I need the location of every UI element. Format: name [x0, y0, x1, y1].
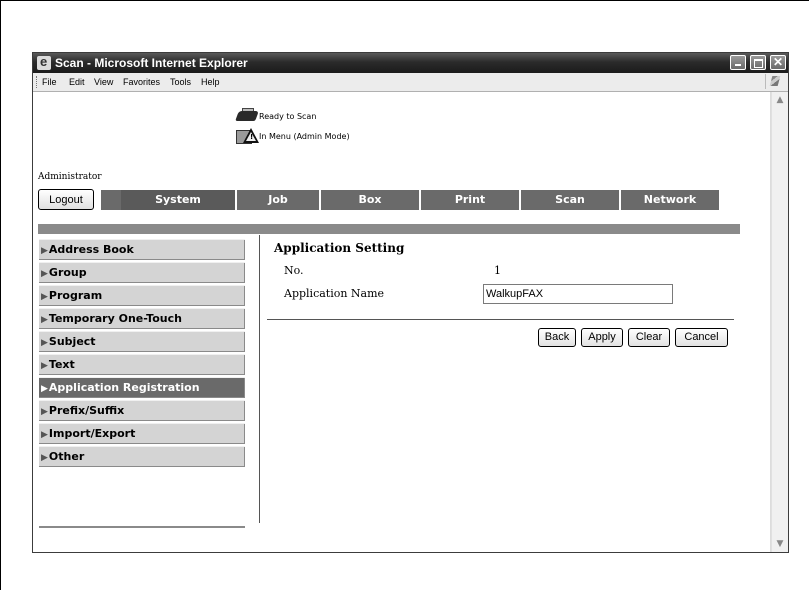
sidebar-item-label: Text [48, 358, 75, 371]
sidebar-item-prefix-suffix[interactable]: ▶Prefix/Suffix [39, 400, 245, 422]
title-bar: Scan - Microsoft Internet Explorer ✕ [33, 53, 788, 73]
arrow-right-icon: ▶ [41, 269, 48, 279]
clear-button[interactable]: Clear [628, 328, 670, 347]
user-label: Administrator [38, 172, 102, 182]
menu-help[interactable]: Help [201, 77, 220, 87]
application-name-label: Application Name [284, 287, 385, 300]
arrow-right-icon: ▶ [41, 292, 48, 302]
logout-button[interactable]: Logout [38, 189, 94, 210]
page-border-top [0, 0, 809, 1]
sidebar-item-label: Temporary One-Touch [48, 312, 182, 325]
sidebar-item-label: Program [48, 289, 103, 302]
sidebar-item-label: Application Registration [48, 381, 200, 394]
tab-job[interactable]: Job [237, 190, 321, 210]
menu-bar: File Edit View Favorites Tools Help [33, 73, 788, 92]
window-title: Scan - Microsoft Internet Explorer [55, 56, 248, 70]
status-ready: Ready to Scan [259, 112, 317, 121]
cancel-button[interactable]: Cancel [675, 328, 728, 347]
toolbar-grip [36, 76, 39, 88]
sidebar-item-subject[interactable]: ▶Subject [39, 331, 245, 353]
sidebar-item-group[interactable]: ▶Group [39, 262, 245, 284]
sidebar-item-other[interactable]: ▶Other [39, 446, 245, 468]
sidebar-item-temporary-one-touch[interactable]: ▶Temporary One-Touch [39, 308, 245, 330]
menu-view[interactable]: View [94, 77, 113, 87]
sidebar-item-text[interactable]: ▶Text [39, 354, 245, 376]
arrow-right-icon: ▶ [41, 430, 48, 440]
menu-file[interactable]: File [42, 77, 57, 87]
no-value: 1 [494, 264, 501, 277]
menu-edit[interactable]: Edit [69, 77, 85, 87]
scroll-up-icon[interactable]: ▲ [772, 92, 788, 108]
apply-button[interactable]: Apply [581, 328, 623, 347]
windows-logo-icon [765, 74, 782, 89]
page-content: Ready to Scan ! In Menu (Admin Mode) Adm… [33, 92, 770, 552]
header-divider-bar [38, 224, 740, 234]
sidebar-item-program[interactable]: ▶Program [39, 285, 245, 307]
tab-strip-spacer [101, 190, 121, 210]
arrow-right-icon: ▶ [41, 407, 48, 417]
back-button[interactable]: Back [538, 328, 576, 347]
sidebar-item-label: Prefix/Suffix [48, 404, 125, 417]
menu-favorites[interactable]: Favorites [123, 77, 160, 87]
no-label: No. [284, 264, 304, 277]
sidebar-bottom-border [39, 526, 245, 528]
tab-system[interactable]: System [121, 190, 237, 210]
arrow-right-icon: ▶ [41, 384, 48, 394]
vertical-scrollbar[interactable]: ▲ ▼ [771, 92, 788, 552]
page-border-left [0, 0, 1, 590]
tab-print[interactable]: Print [421, 190, 521, 210]
sidebar-item-label: Subject [48, 335, 96, 348]
warning-icon: ! [236, 128, 259, 144]
ie-icon [37, 54, 51, 70]
status-mode: In Menu (Admin Mode) [259, 132, 350, 141]
arrow-right-icon: ▶ [41, 246, 48, 256]
close-button[interactable]: ✕ [770, 55, 786, 70]
minimize-button[interactable] [730, 55, 746, 70]
menu-tools[interactable]: Tools [170, 77, 191, 87]
sidebar-item-import-export[interactable]: ▶Import/Export [39, 423, 245, 445]
application-name-input[interactable] [483, 284, 673, 304]
sidebar-item-label: Address Book [48, 243, 134, 256]
vertical-divider [259, 235, 260, 523]
tab-scan[interactable]: Scan [521, 190, 621, 210]
arrow-right-icon: ▶ [41, 453, 48, 463]
tab-network[interactable]: Network [621, 190, 719, 210]
arrow-right-icon: ▶ [41, 315, 48, 325]
browser-window: Scan - Microsoft Internet Explorer ✕ Fil… [32, 52, 789, 553]
sidebar-item-label: Import/Export [48, 427, 136, 440]
scroll-down-icon[interactable]: ▼ [772, 536, 788, 552]
sidebar-item-application-registration[interactable]: ▶Application Registration [39, 377, 245, 399]
form-divider [267, 319, 734, 320]
section-title: Application Setting [274, 241, 405, 255]
printer-icon [235, 108, 259, 124]
arrow-right-icon: ▶ [41, 338, 48, 348]
tab-box[interactable]: Box [321, 190, 421, 210]
sidebar-item-label: Group [48, 266, 87, 279]
sidebar-item-label: Other [48, 450, 85, 463]
sidebar-item-address-book[interactable]: ▶Address Book [39, 239, 245, 261]
maximize-button[interactable] [750, 55, 766, 70]
arrow-right-icon: ▶ [41, 361, 48, 371]
